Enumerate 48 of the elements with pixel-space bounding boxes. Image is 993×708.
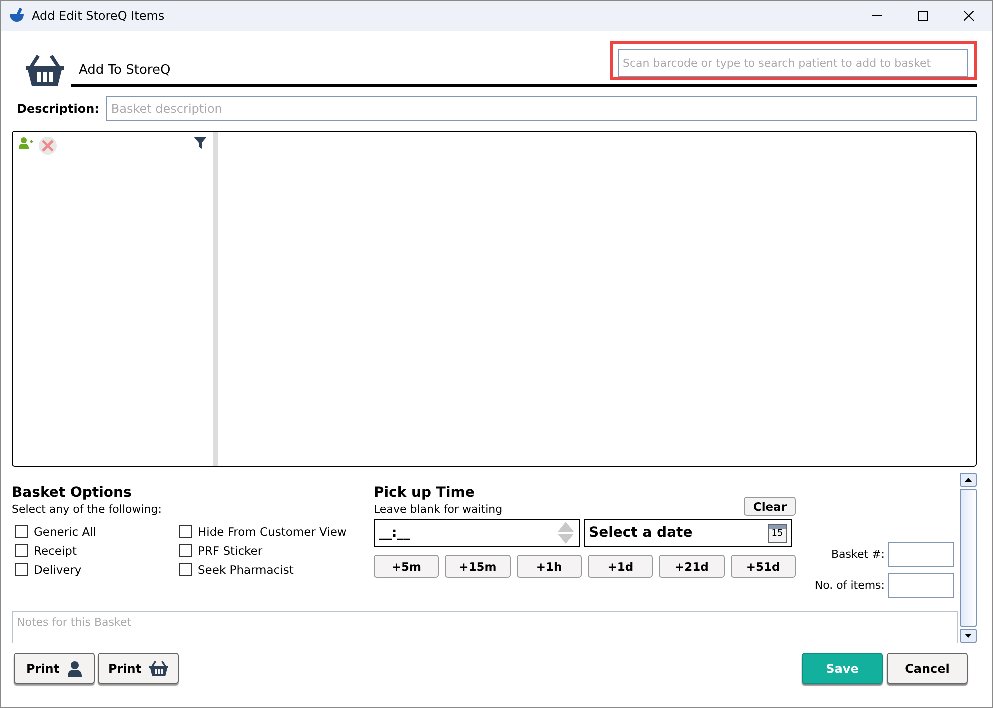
mortar-icon bbox=[9, 8, 25, 24]
section-hint: Select any of the following: bbox=[12, 503, 163, 516]
option-checkbox[interactable]: PRF Sticker bbox=[179, 541, 369, 560]
option-checkbox[interactable]: Delivery bbox=[15, 560, 179, 579]
spinner-icon[interactable] bbox=[557, 521, 575, 545]
item-count-field[interactable] bbox=[888, 573, 954, 598]
window-title: Add Edit StoreQ Items bbox=[32, 9, 165, 23]
calendar-icon[interactable]: 15 bbox=[768, 524, 787, 542]
person-icon bbox=[66, 660, 83, 676]
section-hint: Leave blank for waiting bbox=[374, 503, 503, 516]
print-button[interactable]: Print bbox=[98, 653, 179, 684]
option-checkbox[interactable]: Hide From Customer View bbox=[179, 522, 369, 541]
option-checkbox[interactable]: Receipt bbox=[15, 541, 179, 560]
notes-field[interactable]: Notes for this Basket bbox=[12, 611, 958, 643]
quick-time-button[interactable]: +5m bbox=[374, 555, 440, 578]
section-heading: Pick up Time bbox=[374, 485, 476, 501]
quick-time-button[interactable]: +21d bbox=[659, 555, 725, 578]
description-field[interactable]: Basket description bbox=[106, 96, 977, 121]
filter-icon[interactable] bbox=[194, 137, 207, 149]
quick-time-button[interactable]: +15m bbox=[445, 555, 511, 578]
up-arrow-icon bbox=[965, 478, 972, 482]
maximize-icon bbox=[918, 11, 928, 21]
close-icon bbox=[964, 11, 974, 21]
basket-number-label: Basket #: bbox=[832, 548, 885, 561]
remove-button[interactable] bbox=[39, 137, 57, 155]
time-field[interactable]: __:__ bbox=[374, 519, 580, 547]
down-arrow-icon bbox=[965, 634, 972, 638]
cancel-button[interactable]: Cancel bbox=[887, 653, 968, 684]
section-title: Add To StoreQ bbox=[79, 63, 171, 78]
print-button[interactable]: Print bbox=[14, 653, 95, 684]
search-field[interactable]: Scan barcode or type to search patient to add to basket bbox=[618, 49, 968, 77]
clear-button[interactable]: Clear bbox=[744, 497, 796, 516]
description-label: Description: bbox=[17, 102, 100, 116]
date-field[interactable]: Select a date 15 bbox=[584, 519, 792, 547]
option-checkbox[interactable]: Seek Pharmacist bbox=[179, 560, 369, 579]
basket-icon bbox=[148, 660, 169, 677]
scroll-up-button[interactable] bbox=[960, 473, 977, 487]
basket-number-field[interactable] bbox=[888, 542, 954, 567]
section-heading: Basket Options bbox=[12, 485, 133, 501]
scrollbar-thumb[interactable] bbox=[960, 489, 977, 627]
option-checkbox[interactable]: Generic All bbox=[15, 522, 179, 541]
quick-time-button[interactable]: +1d bbox=[588, 555, 654, 578]
scroll-down-button[interactable] bbox=[960, 629, 977, 643]
quick-time-button[interactable]: +1h bbox=[516, 555, 582, 578]
item-count-label: No. of items: bbox=[814, 579, 885, 592]
basket-icon bbox=[25, 53, 65, 87]
quick-time-button[interactable]: +51d bbox=[730, 555, 796, 578]
add-person-button[interactable] bbox=[19, 137, 33, 149]
